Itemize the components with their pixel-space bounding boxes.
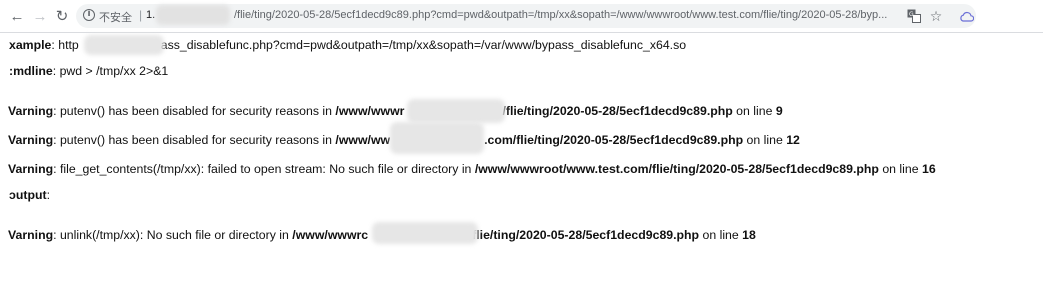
warning-path: /www/ww	[335, 133, 391, 147]
warning-message: : putenv() has been disabled for securit…	[53, 133, 336, 147]
warning-label: Varning	[8, 133, 54, 147]
reload-icon[interactable]: ↻	[52, 6, 72, 26]
example-url-rest: ass_disablefunc.php?cmd=pwd&outpath=/tmp…	[160, 38, 687, 52]
cmdline-text: : pwd > /tmp/xx 2>&1	[52, 64, 169, 78]
warning-line-word: on line	[878, 162, 922, 176]
warning-message: : unlink(/tmp/xx): No such file or direc…	[53, 228, 293, 242]
warning-line: Varning: file_get_contents(/tmp/xx): fai…	[8, 161, 936, 177]
warning-path: .com/flie/ting/2020-05-28/5ecf1decd9c89.…	[484, 133, 744, 147]
url-text: /flie/ting/2020-05-28/5ecf1decd9c89.php?…	[234, 9, 888, 21]
warning-path: /www/wwwroot/www.test.com/flie/ting/2020…	[474, 162, 879, 176]
redacted-path	[390, 122, 484, 154]
example-label: xample	[9, 38, 52, 52]
output-line: ɔutput:	[9, 187, 50, 203]
redacted-host	[156, 5, 230, 25]
output-label: ɔutput	[9, 188, 47, 202]
warning-path: /www/wwwr	[335, 104, 405, 118]
back-arrow-icon[interactable]: ←	[7, 6, 27, 26]
redacted-path	[372, 222, 478, 244]
warning-line: Varning: putenv() has been disabled for …	[8, 103, 783, 119]
bookmark-star-icon[interactable]: ☆	[928, 8, 944, 24]
output-colon: :	[46, 188, 50, 202]
warning-label: Varning	[8, 228, 54, 242]
warning-path: /www/wwwrc	[292, 228, 369, 242]
browser-toolbar: ← → ↻ i 不安全 | 1. /flie/ting/2020-05-28/5…	[0, 0, 1043, 33]
warning-label: Varning	[8, 104, 54, 118]
address-bar[interactable]: i 不安全 | 1. /flie/ting/2020-05-28/5ecf1de…	[76, 4, 976, 28]
warning-line-number: 18	[742, 228, 756, 242]
warning-path: flie/ting/2020-05-28/5ecf1decd9c89.php	[472, 228, 700, 242]
info-icon[interactable]: i	[83, 9, 95, 21]
example-url-start: http	[58, 38, 79, 52]
warning-path: /flie/ting/2020-05-28/5ecf1decd9c89.php	[502, 104, 733, 118]
warning-label: Varning	[8, 162, 54, 176]
warning-message: : file_get_contents(/tmp/xx): failed to …	[53, 162, 475, 176]
forward-arrow-icon[interactable]: →	[30, 6, 50, 26]
redacted-path	[407, 99, 505, 123]
warning-line-word: on line	[699, 228, 743, 242]
translate-icon[interactable]: G	[906, 8, 922, 24]
svg-text:G: G	[909, 11, 914, 18]
warning-line-word: on line	[743, 133, 787, 147]
warning-line-number: 16	[921, 162, 936, 176]
security-status-label[interactable]: 不安全	[99, 9, 132, 25]
url-host-start: 1.	[146, 9, 156, 21]
cloud-icon[interactable]	[958, 8, 974, 24]
url-separator: |	[139, 8, 143, 22]
warning-line-number: 12	[786, 133, 800, 147]
warning-message: : putenv() has been disabled for securit…	[53, 104, 336, 118]
cmdline-label: :mdline	[9, 64, 53, 78]
cmdline-line: :mdline: pwd > /tmp/xx 2>&1	[9, 63, 168, 79]
warning-line-word: on line	[732, 104, 776, 118]
warning-line-number: 9	[775, 104, 783, 118]
redacted-example-url	[84, 35, 164, 55]
